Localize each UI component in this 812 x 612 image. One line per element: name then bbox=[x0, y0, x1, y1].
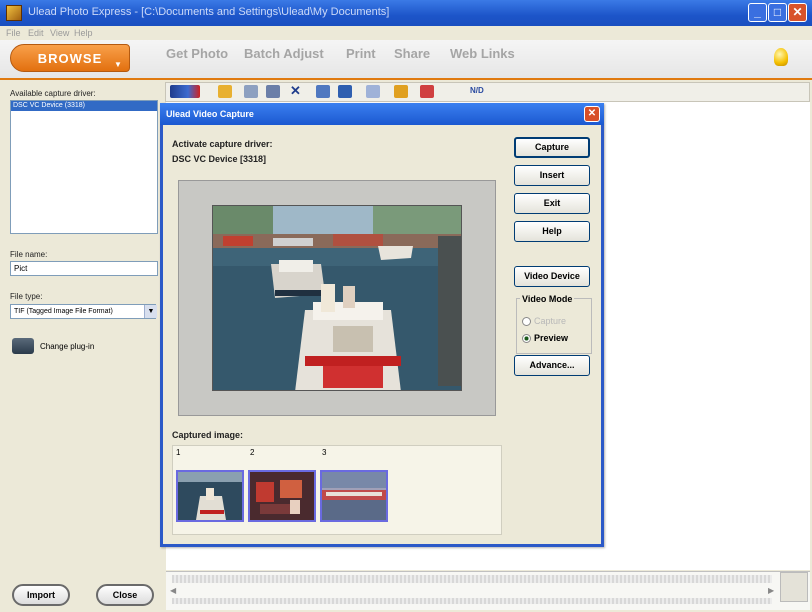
lightbulb-icon[interactable] bbox=[774, 48, 788, 66]
nav-web-links[interactable]: Web Links bbox=[450, 46, 515, 61]
capture-driver-label: Available capture driver: bbox=[10, 89, 96, 98]
album-icon[interactable] bbox=[394, 85, 408, 98]
select-icon[interactable] bbox=[316, 85, 330, 98]
menu-edit[interactable]: Edit bbox=[28, 28, 44, 38]
corner-box bbox=[780, 572, 808, 602]
paste-icon[interactable] bbox=[266, 85, 280, 98]
captured-thumbnail[interactable] bbox=[176, 470, 244, 522]
nav-share[interactable]: Share bbox=[394, 46, 430, 61]
exit-button[interactable]: Exit bbox=[514, 193, 590, 214]
file-name-label: File name: bbox=[10, 250, 48, 259]
insert-button[interactable]: Insert bbox=[514, 165, 590, 186]
close-button[interactable]: Close bbox=[96, 584, 154, 606]
properties-icon[interactable] bbox=[420, 85, 434, 98]
toolbar-extra[interactable]: N/D bbox=[470, 86, 484, 95]
browse-arrow-icon: ▼ bbox=[114, 60, 122, 69]
close-window-button[interactable]: ✕ bbox=[788, 3, 807, 22]
copy-icon[interactable] bbox=[244, 85, 258, 98]
menu-bar bbox=[0, 26, 812, 40]
filmstrip-track-top[interactable] bbox=[172, 575, 772, 583]
file-name-input[interactable]: Pict bbox=[10, 261, 158, 276]
driver-value: DSC VC Device [3318] bbox=[172, 154, 267, 164]
dialog-title: Ulead Video Capture bbox=[166, 109, 254, 119]
open-folder-icon[interactable] bbox=[218, 85, 232, 98]
video-mode-label: Video Mode bbox=[520, 294, 575, 304]
minimize-button[interactable]: _ bbox=[748, 3, 767, 22]
thumbnail-number: 2 bbox=[250, 448, 255, 457]
nav-get-photo[interactable]: Get Photo bbox=[166, 46, 228, 61]
help-button[interactable]: Help bbox=[514, 221, 590, 242]
scroll-right-icon[interactable]: ▶ bbox=[768, 586, 774, 595]
nav-batch-adjust[interactable]: Batch Adjust bbox=[244, 46, 324, 61]
delete-icon[interactable]: ✕ bbox=[290, 84, 304, 98]
video-preview-image bbox=[212, 205, 462, 391]
filmstrip-track-bottom[interactable] bbox=[172, 598, 772, 604]
preview-mode-label[interactable]: Preview bbox=[534, 333, 568, 343]
import-button[interactable]: Import bbox=[12, 584, 70, 606]
video-device-button[interactable]: Video Device bbox=[514, 266, 590, 287]
chevron-down-icon[interactable]: ▼ bbox=[144, 305, 157, 318]
dialog-close-button[interactable]: ✕ bbox=[584, 106, 600, 122]
scroll-left-icon[interactable]: ◀ bbox=[170, 586, 176, 595]
scanner-icon[interactable] bbox=[170, 85, 200, 98]
capture-button[interactable]: Capture bbox=[514, 137, 590, 158]
toolbar bbox=[165, 82, 810, 102]
app-icon bbox=[6, 5, 22, 21]
view-icon[interactable] bbox=[366, 85, 380, 98]
advance-button[interactable]: Advance... bbox=[514, 355, 590, 376]
thumbnail-icon[interactable] bbox=[338, 85, 352, 98]
thumbnail-number: 3 bbox=[322, 448, 327, 457]
maximize-button[interactable]: □ bbox=[768, 3, 787, 22]
menu-help[interactable]: Help bbox=[74, 28, 93, 38]
change-plugin-label[interactable]: Change plug-in bbox=[40, 342, 94, 351]
window-title: Ulead Photo Express - [C:\Documents and … bbox=[28, 6, 390, 18]
thumbnail-number: 1 bbox=[176, 448, 181, 457]
browse-button[interactable]: BROWSE bbox=[10, 44, 130, 72]
capture-mode-radio[interactable] bbox=[522, 317, 531, 326]
capture-mode-label[interactable]: Capture bbox=[534, 316, 566, 326]
captured-thumbnail[interactable] bbox=[320, 470, 388, 522]
video-mode-group bbox=[516, 298, 592, 354]
plugin-icon[interactable] bbox=[12, 338, 34, 354]
activate-driver-label: Activate capture driver: bbox=[172, 139, 273, 149]
menu-view[interactable]: View bbox=[50, 28, 69, 38]
menu-file[interactable]: File bbox=[6, 28, 21, 38]
capture-driver-list[interactable] bbox=[10, 100, 158, 234]
preview-mode-radio[interactable] bbox=[522, 334, 531, 343]
captured-image-label: Captured image: bbox=[172, 430, 244, 440]
capture-driver-item[interactable]: DSC VC Device (3318) bbox=[11, 101, 157, 111]
file-type-select[interactable]: TIF (Tagged Image File Format) bbox=[10, 304, 156, 319]
nav-print[interactable]: Print bbox=[346, 46, 376, 61]
file-type-label: File type: bbox=[10, 292, 43, 301]
captured-thumbnail[interactable] bbox=[248, 470, 316, 522]
